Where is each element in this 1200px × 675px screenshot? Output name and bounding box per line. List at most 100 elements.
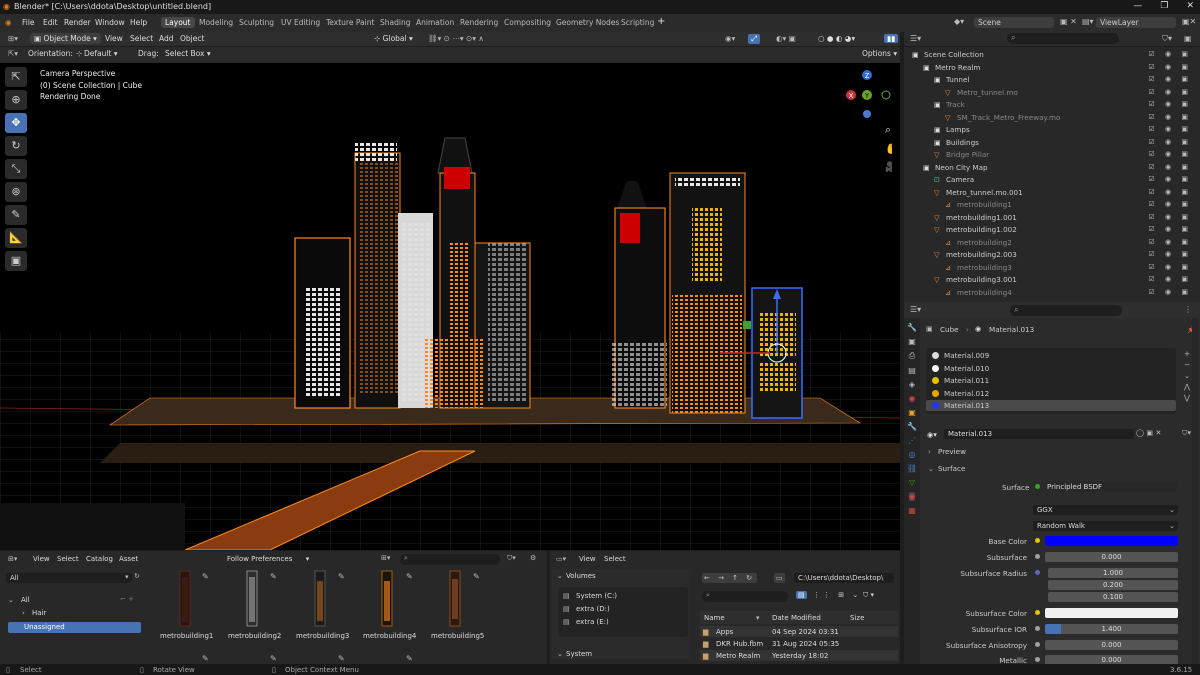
visibility-toggle-icon[interactable]: ☑ ◉ ▣: [1149, 225, 1192, 233]
properties-search-input[interactable]: ⌕: [1010, 305, 1122, 316]
asset-filter-icon[interactable]: ⛉▾: [507, 554, 516, 563]
file-menu-view[interactable]: View: [579, 555, 596, 563]
pause-render-icon[interactable]: ▮▮: [884, 34, 899, 43]
transform-orientation[interactable]: ⊹ Global ▾: [374, 34, 413, 43]
tab-animation[interactable]: Animation: [412, 17, 458, 28]
visibility-toggle-icon[interactable]: ☑ ◉ ▣: [1149, 50, 1192, 58]
view-layer-selector[interactable]: ViewLayer: [1096, 17, 1176, 28]
close-icon[interactable]: ✕: [1186, 1, 1194, 11]
material-name-field[interactable]: Material.013: [944, 429, 1134, 439]
surface-shader-field[interactable]: Principled BSDF: [1043, 482, 1177, 492]
world-props-icon[interactable]: ◉: [909, 394, 916, 403]
physics-props-icon[interactable]: ◎: [909, 450, 916, 459]
outliner-row[interactable]: ▣ Lamps ☑ ◉ ▣: [904, 124, 1196, 136]
asset-library-dropdown[interactable]: All: [6, 573, 132, 583]
outliner-row[interactable]: ▽ Metro_tunnel.mo ☑ ◉ ▣: [904, 87, 1196, 99]
visibility-toggle-icon[interactable]: ☑ ◉ ▣: [1149, 275, 1192, 283]
outliner-row[interactable]: ▽ Metro_tunnel.mo.001 ☑ ◉ ▣: [904, 187, 1196, 199]
col-date[interactable]: Date Modified: [772, 614, 821, 622]
camera-view-icon[interactable]: 🎥: [885, 160, 897, 173]
subsurface-color-socket-icon[interactable]: [1035, 610, 1040, 615]
asset-metrobuilding5[interactable]: metrobuilding5: [431, 632, 484, 640]
visibility-toggle-icon[interactable]: ☑ ◉ ▣: [1149, 88, 1192, 96]
tab-compositing[interactable]: Compositing: [500, 17, 555, 28]
surface-socket-icon[interactable]: [1035, 484, 1040, 489]
new-folder-icon[interactable]: ▭: [774, 573, 785, 583]
visibility-toggle-icon[interactable]: ☑ ◉ ▣: [1149, 213, 1192, 221]
editor-type-icon[interactable]: ⊞▾: [8, 34, 18, 43]
overlay-icon[interactable]: ◐▾ ▣: [776, 34, 796, 43]
outliner-row[interactable]: ⊿ metrobuilding1 ☑ ◉ ▣: [904, 199, 1196, 211]
outliner-row[interactable]: ⊿ metrobuilding2 ☑ ◉ ▣: [904, 237, 1196, 249]
visibility-toggle-icon[interactable]: ☑ ◉ ▣: [1149, 238, 1192, 246]
col-name-sort-icon[interactable]: ▾: [756, 614, 760, 622]
visibility-toggle-icon[interactable]: ☑ ◉ ▣: [1149, 250, 1192, 258]
menu-render[interactable]: Render: [64, 18, 91, 27]
catalog-all[interactable]: All: [21, 596, 30, 604]
system-section[interactable]: System: [566, 650, 592, 658]
visibility-toggle-icon[interactable]: ☑ ◉ ▣: [1149, 75, 1192, 83]
tree-hair-chevron-icon[interactable]: ›: [22, 609, 25, 617]
outliner-row[interactable]: ▣ Tunnel ☑ ◉ ▣: [904, 74, 1196, 86]
vp-menu-select[interactable]: Select: [130, 34, 153, 43]
render-props-icon[interactable]: ▣: [908, 337, 916, 346]
measure-tool-icon[interactable]: 📐: [5, 228, 27, 248]
outliner-row[interactable]: ▽ metrobuilding1.002 ☑ ◉ ▣: [904, 224, 1196, 236]
add-workspace-icon[interactable]: +: [657, 16, 665, 27]
minimize-icon[interactable]: —: [1133, 1, 1142, 11]
mode-selector[interactable]: ▣ Object Mode ▾: [30, 33, 101, 44]
3d-viewport[interactable]: [0, 63, 900, 550]
file-search-input[interactable]: ⌕: [702, 591, 788, 602]
pan-hand-icon[interactable]: ✋: [885, 142, 897, 155]
tab-rendering[interactable]: Rendering: [456, 17, 502, 28]
visibility-toggle-icon[interactable]: ☑ ◉ ▣: [1149, 175, 1192, 183]
material-link-icon[interactable]: ⛉▾: [1182, 428, 1191, 438]
zoom-icon[interactable]: ⌕: [885, 123, 891, 136]
thumbnail-view-icons[interactable]: ⋮⋮ ⊞ ⌄: [813, 591, 861, 599]
asset-metrobuilding3[interactable]: metrobuilding3: [296, 632, 349, 640]
base-color-socket-icon[interactable]: [1035, 538, 1040, 543]
material-props-icon[interactable]: ◉: [908, 492, 916, 501]
catalog-unassigned-row[interactable]: Unassigned: [8, 622, 141, 633]
asset-metrobuilding2[interactable]: metrobuilding2: [228, 632, 281, 640]
visibility-toggle-icon[interactable]: ☑ ◉ ▣: [1149, 200, 1192, 208]
menu-file[interactable]: File: [22, 18, 35, 27]
visibility-icon[interactable]: ◉▾: [725, 34, 735, 43]
menu-window[interactable]: Window: [95, 18, 125, 27]
blender-menu-icon[interactable]: ◉: [5, 18, 12, 27]
outliner-row[interactable]: ▣ Scene Collection ☑ ◉ ▣: [904, 49, 1196, 61]
add-cube-tool-icon[interactable]: ▣: [5, 251, 27, 271]
asset-settings-icon[interactable]: ⚙: [530, 554, 536, 562]
material-browse-icon[interactable]: ◉▾: [927, 430, 937, 439]
shading-modes-icon[interactable]: ○ ● ◐ ◕▾: [818, 34, 855, 43]
material-slot-row[interactable]: Material.009: [926, 350, 1176, 361]
scale-tool-icon[interactable]: ⤡: [5, 159, 27, 179]
outliner-row[interactable]: ▣ Neon City Map ☑ ◉ ▣: [904, 162, 1196, 174]
metallic-field[interactable]: 0.000: [1045, 655, 1178, 664]
file-name-dkr[interactable]: DKR Hub.fbm: [716, 640, 763, 648]
rotate-tool-icon[interactable]: ↻: [5, 136, 27, 156]
asset-search-input[interactable]: ⌕: [400, 554, 500, 565]
outliner-row[interactable]: ⊿ metrobuilding3 ☑ ◉ ▣: [904, 262, 1196, 274]
volumes-chevron-icon[interactable]: ⌄: [557, 572, 563, 580]
move-tool-icon[interactable]: ✥: [5, 113, 27, 133]
material-slot-row[interactable]: Material.012: [926, 388, 1176, 399]
outliner-row[interactable]: ▣ Track ☑ ◉ ▣: [904, 99, 1196, 111]
subsurface-value-field[interactable]: 0.000: [1045, 552, 1178, 562]
material-slot-list[interactable]: Material.009 Material.010 Material.011 Mate…: [926, 348, 1176, 414]
refresh-library-icon[interactable]: ↻: [134, 572, 140, 580]
surface-section[interactable]: Surface: [938, 464, 965, 473]
material-actions-icon[interactable]: ◯ ▣ ✕: [1136, 428, 1161, 437]
outliner-row[interactable]: ⊿ metrobuilding4 ☑ ◉ ▣: [904, 287, 1196, 299]
scene-selector[interactable]: Scene: [974, 17, 1054, 28]
display-mode-icon[interactable]: ⊞▾: [381, 554, 390, 562]
object-props-icon[interactable]: ▣: [908, 408, 916, 417]
constraints-props-icon[interactable]: ⛓: [907, 464, 917, 473]
volumes-section[interactable]: Volumes: [566, 572, 596, 580]
subsurface-ior-socket-icon[interactable]: [1035, 626, 1040, 631]
material-slot-row[interactable]: Material.013: [926, 400, 1176, 411]
outliner-row[interactable]: ▽ metrobuilding3.001 ☑ ◉ ▣: [904, 274, 1196, 286]
distribution-dropdown[interactable]: GGX: [1033, 505, 1178, 515]
catalog-hair[interactable]: Hair: [32, 609, 46, 617]
subsurface-color-swatch[interactable]: [1045, 608, 1178, 618]
